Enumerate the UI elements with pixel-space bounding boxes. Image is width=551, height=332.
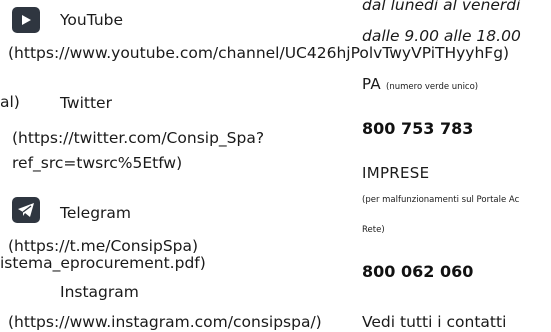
hours-days: dal lunedì al venerdì [362, 0, 521, 14]
twitter-url-line2[interactable]: ref_src=twsrc%5Etfw) [12, 153, 182, 173]
clipped-link-fragment[interactable]: al) [0, 92, 20, 112]
clipped-pdf-link-fragment[interactable]: istema_eprocurement.pdf) [0, 253, 206, 273]
youtube-label[interactable]: YouTube [60, 10, 123, 30]
pa-phone-number[interactable]: 800 753 783 [362, 119, 473, 138]
pa-heading: PA (numero verde unico) [362, 74, 478, 93]
imprese-label: IMPRESE [362, 164, 430, 182]
telegram-icon[interactable] [12, 197, 40, 223]
instagram-label[interactable]: Instagram [60, 282, 139, 302]
all-contacts-link[interactable]: Vedi tutti i contatti [362, 312, 506, 332]
youtube-icon[interactable] [12, 7, 40, 33]
pa-label: PA [362, 75, 381, 93]
imprese-note-line1: (per malfunzionamenti sul Portale Ac [362, 195, 520, 205]
imprese-phone-number[interactable]: 800 062 060 [362, 262, 473, 281]
youtube-url[interactable]: (https://www.youtube.com/channel/UC426hj… [8, 43, 509, 63]
imprese-note-line2: Rete) [362, 225, 385, 235]
telegram-label[interactable]: Telegram [60, 203, 131, 223]
twitter-url-line1[interactable]: (https://twitter.com/Consip_Spa? [12, 128, 264, 148]
pa-note: (numero verde unico) [386, 82, 479, 92]
twitter-label[interactable]: Twitter [60, 93, 112, 113]
instagram-url[interactable]: (https://www.instagram.com/consipspa/) [8, 312, 322, 332]
